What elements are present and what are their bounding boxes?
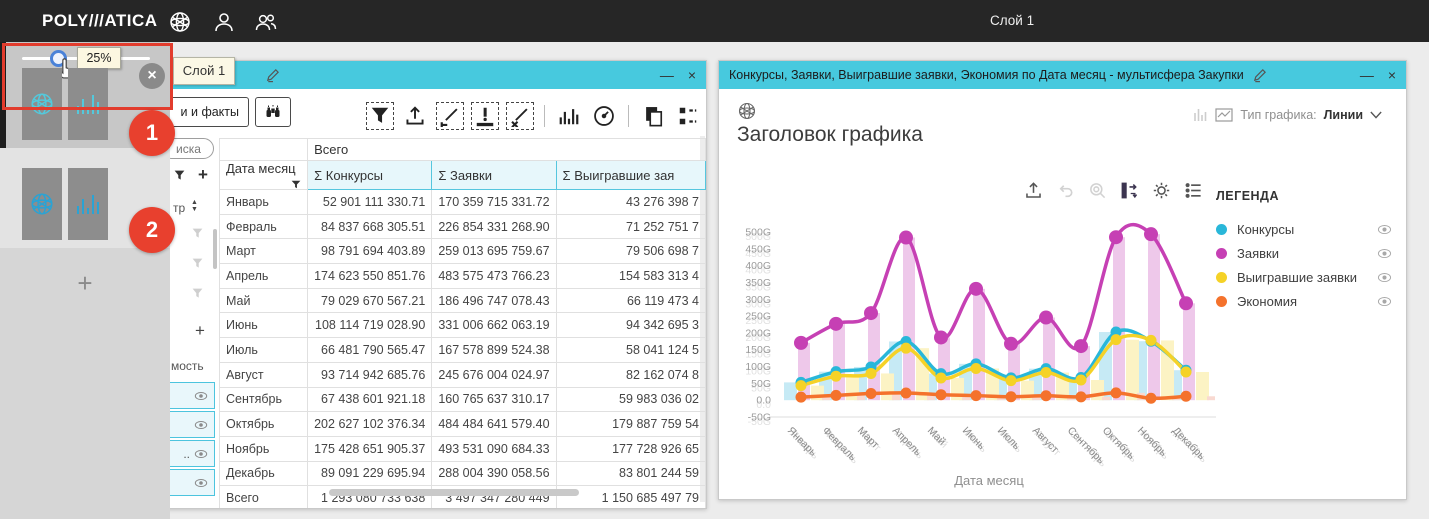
table-window: — × и и факты иска + тр ▲▼ + мость .. bbox=[150, 60, 707, 509]
visibility-header: мость bbox=[171, 359, 204, 373]
svg-text:400G: 400G bbox=[745, 265, 771, 277]
pivot-table: Всего Дата месяц Σ Конкурсы Σ Заявки Σ В… bbox=[219, 138, 706, 509]
svg-text:50G: 50G bbox=[751, 382, 771, 394]
svg-text:Июль: Июль bbox=[997, 428, 1025, 456]
dimension-filter-icon[interactable] bbox=[173, 169, 186, 182]
column-header-month[interactable]: Дата месяц bbox=[220, 161, 308, 190]
column-header-vyigravshie[interactable]: Σ Выигравшие зая bbox=[556, 161, 705, 190]
column-header-zayavki[interactable]: Σ Заявки bbox=[432, 161, 556, 190]
svg-text:300G: 300G bbox=[745, 298, 771, 310]
alert-icon[interactable] bbox=[474, 105, 496, 127]
total-band-label: Всего bbox=[308, 139, 706, 161]
annotation-highlight-box bbox=[2, 43, 173, 110]
toolbar-divider bbox=[544, 105, 545, 127]
svg-text:-50G: -50G bbox=[748, 416, 771, 428]
parameter-label: тр bbox=[173, 201, 185, 215]
svg-text:350G: 350G bbox=[745, 281, 771, 293]
users-icon[interactable] bbox=[254, 10, 278, 34]
sort-toggle-icon[interactable]: ▲▼ bbox=[191, 199, 198, 213]
svg-text:150G: 150G bbox=[745, 349, 771, 361]
chart-window: Конкурсы, Заявки, Выигравшие заявки, Эко… bbox=[718, 60, 1407, 500]
fact-visibility-row[interactable] bbox=[165, 411, 215, 438]
annotation-step-1: 1 bbox=[129, 110, 175, 156]
table-row: Февраль84 837 668 305.51226 854 331 268.… bbox=[220, 214, 706, 239]
table-toolbar bbox=[369, 105, 707, 127]
horizontal-scrollbar[interactable] bbox=[329, 489, 579, 496]
filter-icon[interactable] bbox=[369, 105, 391, 127]
layer-2-chart-thumbnail[interactable] bbox=[68, 168, 108, 240]
svg-text:Февраль: Февраль bbox=[822, 428, 861, 467]
add-dimension-icon[interactable]: + bbox=[198, 165, 208, 185]
add-layer-button[interactable]: + bbox=[0, 248, 170, 318]
table-row: Сентябрь67 438 601 921.18160 765 637 310… bbox=[220, 387, 706, 412]
edit-title-icon[interactable] bbox=[265, 68, 280, 83]
add-fact-icon[interactable]: + bbox=[195, 321, 205, 341]
active-layer-label: Слой 1 bbox=[990, 0, 1034, 42]
table-row: Май79 029 670 567.21186 496 747 078.4366… bbox=[220, 288, 706, 313]
minimize-button[interactable]: — bbox=[660, 61, 674, 89]
svg-text:Декабрь: Декабрь bbox=[1172, 428, 1210, 466]
globe-network-icon[interactable] bbox=[168, 10, 192, 34]
mini-scrollbar[interactable] bbox=[213, 229, 217, 269]
top-bar: POLY///ATICA Слой 1 bbox=[0, 0, 1429, 42]
chart-icon[interactable] bbox=[558, 105, 580, 127]
column-header-row: Дата месяц Σ Конкурсы Σ Заявки Σ Выиграв… bbox=[220, 161, 706, 190]
table-row: Август93 714 942 685.76245 676 004 024.9… bbox=[220, 362, 706, 387]
table-row: Июнь108 114 719 028.90331 006 662 063.19… bbox=[220, 313, 706, 338]
table-row: Июль66 481 790 565.47167 578 899 524.385… bbox=[220, 338, 706, 363]
table-row: Март98 791 694 403.89259 013 695 759.677… bbox=[220, 239, 706, 264]
polymatica-logo: POLY///ATICA bbox=[42, 0, 158, 42]
svg-text:Июнь: Июнь bbox=[962, 428, 990, 456]
svg-text:450G: 450G bbox=[745, 248, 771, 260]
row-filter-icon[interactable] bbox=[191, 227, 204, 240]
fact-visibility-row[interactable]: .. bbox=[165, 440, 215, 467]
annotation-step-2: 2 bbox=[129, 207, 175, 253]
svg-text:Март: Март bbox=[857, 428, 883, 454]
row-filter-icon[interactable] bbox=[191, 257, 204, 270]
table-row: Декабрь89 091 229 695.94288 004 390 058.… bbox=[220, 461, 706, 486]
svg-text:Ноябрь: Ноябрь bbox=[1137, 428, 1172, 463]
close-button[interactable]: × bbox=[688, 61, 696, 89]
dimension-panel-actions: + bbox=[173, 165, 208, 185]
column-header-konkursy[interactable]: Σ Конкурсы bbox=[308, 161, 432, 190]
chart-canvas[interactable]: 500G500G450G450G400G400G350G350G300G300G… bbox=[719, 61, 1406, 499]
user-icon[interactable] bbox=[212, 10, 236, 34]
svg-text:0.0: 0.0 bbox=[756, 399, 771, 411]
svg-text:500G: 500G bbox=[745, 231, 771, 243]
edit-add-icon[interactable] bbox=[439, 105, 461, 127]
layer-2-sphere-thumbnail[interactable] bbox=[22, 168, 62, 240]
edit-remove-icon[interactable] bbox=[509, 105, 531, 127]
copy-icon[interactable] bbox=[642, 105, 664, 127]
fact-visibility-row[interactable] bbox=[165, 469, 215, 496]
svg-text:250G: 250G bbox=[745, 315, 771, 327]
total-band-row: Всего bbox=[220, 139, 706, 161]
toolbar-divider bbox=[628, 105, 629, 127]
table-row: Январь52 901 111 330.71170 359 715 331.7… bbox=[220, 190, 706, 215]
layer-name-tooltip: Слой 1 bbox=[173, 57, 235, 85]
table-row: Апрель174 623 550 851.76483 575 473 766.… bbox=[220, 264, 706, 289]
svg-text:Январь: Январь bbox=[787, 428, 821, 462]
fact-visibility-row[interactable] bbox=[165, 382, 215, 409]
svg-text:200G: 200G bbox=[745, 332, 771, 344]
svg-text:100G: 100G bbox=[745, 366, 771, 378]
export-icon[interactable] bbox=[404, 105, 426, 127]
table-row: Октябрь202 627 102 376.34484 484 641 579… bbox=[220, 412, 706, 437]
hierarchy-icon[interactable] bbox=[677, 105, 699, 127]
search-binoculars-button[interactable] bbox=[255, 97, 291, 127]
row-filter-icon[interactable] bbox=[191, 287, 204, 300]
table-row: Ноябрь175 428 651 905.37493 531 090 684.… bbox=[220, 436, 706, 461]
gauge-icon[interactable] bbox=[593, 105, 615, 127]
x-axis-title: Дата месяц bbox=[919, 473, 1059, 488]
svg-text:Апрель: Апрель bbox=[892, 428, 926, 462]
